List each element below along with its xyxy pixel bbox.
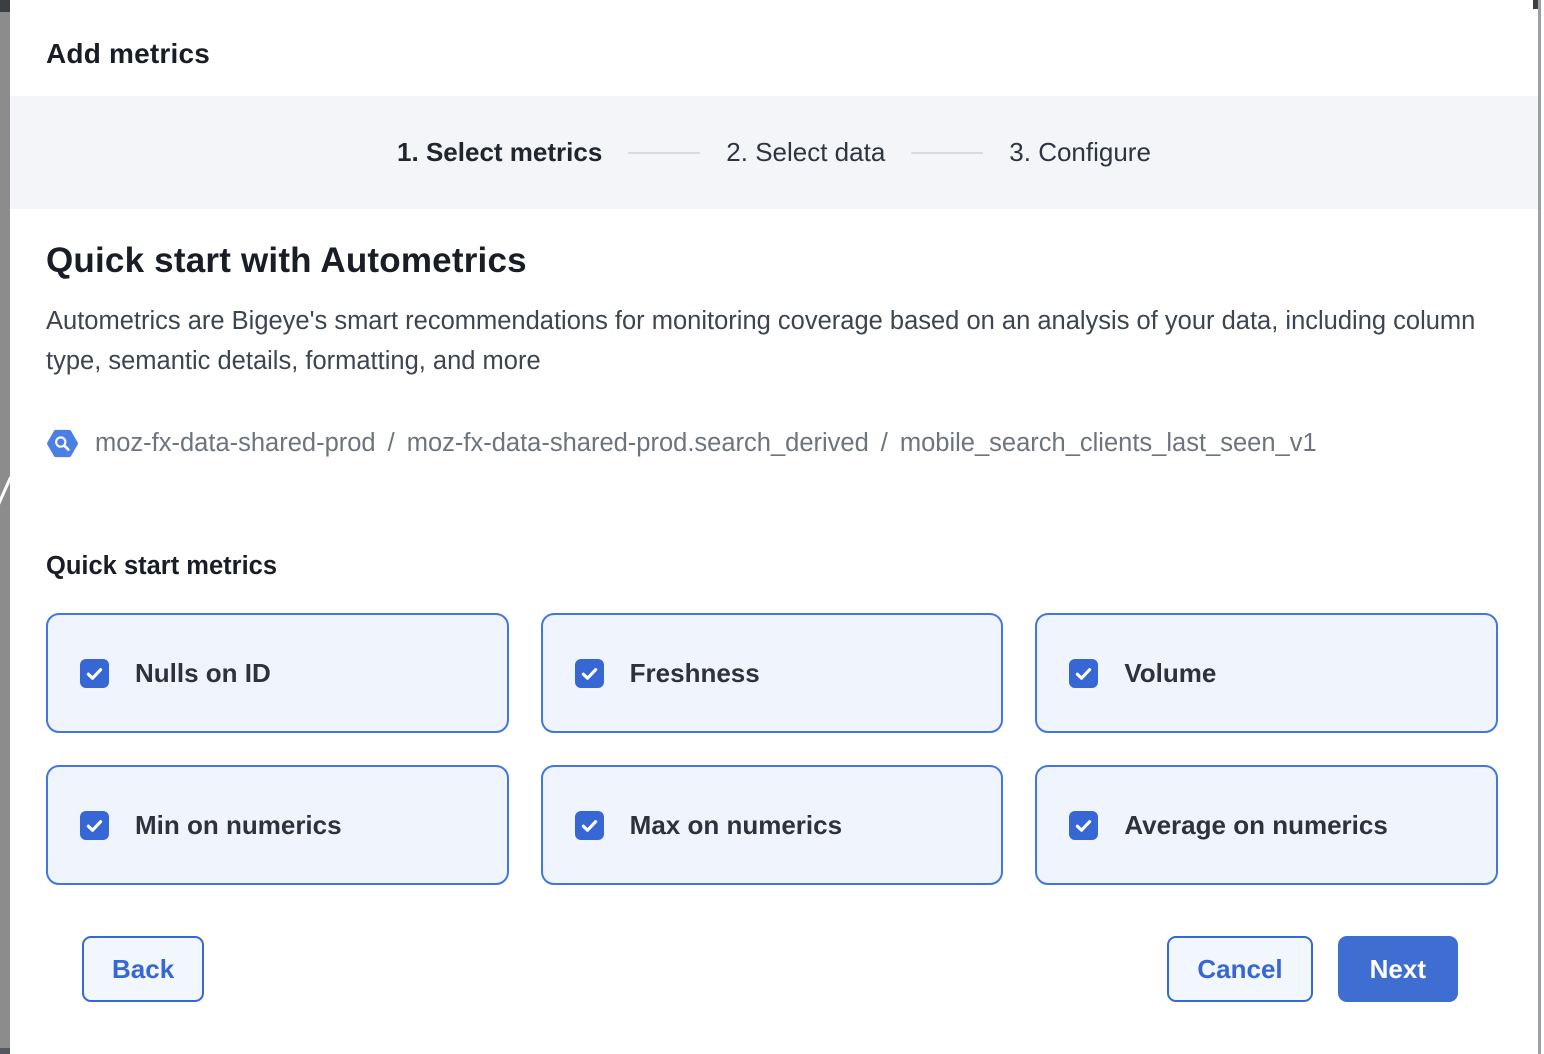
metrics-section-heading: Quick start metrics: [46, 552, 1498, 581]
add-metrics-modal: Add metrics 1. Select metrics 2. Select …: [10, 0, 1541, 1054]
metric-label: Average on numerics: [1124, 810, 1387, 841]
checkbox-max-on-numerics[interactable]: [575, 811, 604, 840]
checkbox-min-on-numerics[interactable]: [80, 811, 109, 840]
checkbox-volume[interactable]: [1069, 659, 1098, 688]
step-select-data[interactable]: 2. Select data: [726, 137, 885, 168]
modal-header: Add metrics: [10, 0, 1538, 96]
bigquery-icon: [46, 427, 79, 460]
step-select-metrics[interactable]: 1. Select metrics: [397, 137, 602, 168]
modal-content: Quick start with Autometrics Autometrics…: [10, 241, 1538, 1042]
checkmark-icon: [84, 815, 105, 836]
modal-footer: Back Cancel Next: [46, 936, 1498, 1042]
breadcrumb-schema: moz-fx-data-shared-prod.search_derived: [407, 429, 869, 458]
metric-label: Min on numerics: [135, 810, 342, 841]
checkmark-icon: [579, 663, 600, 684]
background-dark-corner-right: [1533, 0, 1538, 9]
step-configure[interactable]: 3. Configure: [1009, 137, 1151, 168]
metric-option-freshness[interactable]: Freshness: [541, 613, 1004, 733]
metric-option-nulls-on-id[interactable]: Nulls on ID: [46, 613, 509, 733]
next-button[interactable]: Next: [1338, 936, 1458, 1002]
metric-label: Max on numerics: [630, 810, 842, 841]
background-page-edge: [0, 0, 10, 1054]
metric-option-max-on-numerics[interactable]: Max on numerics: [541, 765, 1004, 885]
modal-title: Add metrics: [46, 38, 1502, 70]
cancel-button[interactable]: Cancel: [1167, 936, 1312, 1002]
step-connector: [628, 152, 700, 154]
checkbox-average-on-numerics[interactable]: [1069, 811, 1098, 840]
background-dark-bottom-left: [0, 1048, 10, 1054]
metric-option-min-on-numerics[interactable]: Min on numerics: [46, 765, 509, 885]
checkbox-freshness[interactable]: [575, 659, 604, 688]
breadcrumb: moz-fx-data-shared-prod / moz-fx-data-sh…: [46, 427, 1498, 460]
checkmark-icon: [84, 663, 105, 684]
metric-option-average-on-numerics[interactable]: Average on numerics: [1035, 765, 1498, 885]
wizard-stepper: 1. Select metrics 2. Select data 3. Conf…: [10, 96, 1538, 209]
breadcrumb-separator: /: [388, 429, 395, 458]
back-button[interactable]: Back: [82, 936, 204, 1002]
step-connector: [911, 152, 983, 154]
breadcrumb-separator: /: [881, 429, 888, 458]
checkmark-icon: [1073, 663, 1094, 684]
metric-label: Freshness: [630, 658, 760, 689]
metrics-grid: Nulls on ID Freshness Volume: [46, 613, 1498, 885]
metric-option-volume[interactable]: Volume: [1035, 613, 1498, 733]
metric-label: Volume: [1124, 658, 1216, 689]
page-title: Quick start with Autometrics: [46, 241, 1498, 281]
breadcrumb-table: mobile_search_clients_last_seen_v1: [900, 429, 1317, 458]
checkmark-icon: [1073, 815, 1094, 836]
background-dark-corner-left: [0, 0, 10, 12]
breadcrumb-source: moz-fx-data-shared-prod: [95, 429, 376, 458]
checkmark-icon: [579, 815, 600, 836]
autometrics-description: Autometrics are Bigeye's smart recommend…: [46, 301, 1481, 381]
checkbox-nulls-on-id[interactable]: [80, 659, 109, 688]
metric-label: Nulls on ID: [135, 658, 271, 689]
